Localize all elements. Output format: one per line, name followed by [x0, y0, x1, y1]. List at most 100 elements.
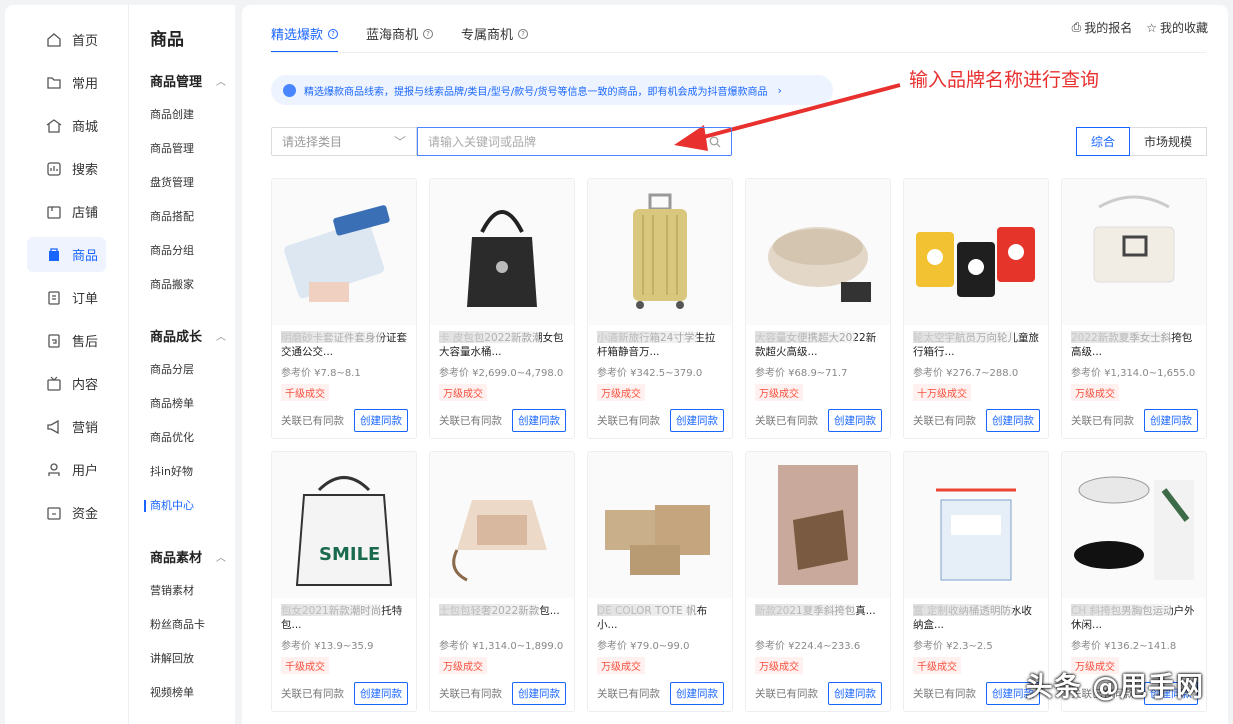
product-card[interactable]: 2022新款夏季女士斜挎包高级... 参考价 ¥1,314.0~1,655.0 万级… [1061, 178, 1207, 439]
product-title[interactable]: 2022新款夏季女士斜挎包高级... [1071, 331, 1197, 359]
product-image[interactable] [430, 452, 574, 598]
sub-item[interactable]: 商品搭配 [150, 210, 235, 244]
product-image[interactable] [904, 179, 1048, 325]
nav-item-search[interactable]: 搜索 [27, 151, 106, 186]
sub-item[interactable]: 商品分组 [150, 244, 235, 278]
nav-item-home[interactable]: 首页 [27, 22, 106, 57]
product-title[interactable]: 新款2021夏季斜挎包真... [755, 604, 881, 632]
help-icon[interactable]: ? [423, 28, 434, 39]
my-report-link[interactable]: ⎙ 我的报名 [1072, 19, 1133, 36]
product-image[interactable] [588, 179, 732, 325]
nav-item-user[interactable]: 用户 [27, 452, 106, 487]
create-same-button[interactable]: 创建同款 [828, 682, 882, 705]
create-same-button[interactable]: 创建同款 [354, 682, 408, 705]
product-title[interactable]: 富 定制收纳桶透明防水收纳盒... [913, 604, 1039, 632]
nav-item-store[interactable]: 店铺 [27, 194, 106, 229]
product-image[interactable] [272, 179, 416, 325]
product-title[interactable]: CH 斜挎包男胸包运动户外休闲... [1071, 604, 1197, 632]
tab-hot[interactable]: 精选爆款? [271, 24, 339, 53]
related-link[interactable]: 关联已有同款 [1071, 413, 1134, 428]
related-link[interactable]: 关联已有同款 [755, 686, 818, 701]
product-title[interactable]: 士包包轻奢2022新款包... [439, 604, 565, 632]
create-same-button[interactable]: 创建同款 [512, 682, 566, 705]
tab-exclusive[interactable]: 专属商机? [461, 24, 529, 53]
product-image[interactable] [1062, 452, 1206, 598]
product-card[interactable]: 明磨砂卡套证件套身份证套交通公交... 参考价 ¥7.8~8.1 千级成交关联已有同… [271, 178, 417, 439]
product-title[interactable]: 轮太空宇航员万向轮儿童旅行箱行... [913, 331, 1039, 359]
nav-item-funds[interactable]: 资金 [27, 495, 106, 530]
related-link[interactable]: 关联已有同款 [913, 413, 976, 428]
product-card[interactable]: 士包包轻奢2022新款包... 参考价 ¥1,314.0~1,899.0 万级成交关… [429, 451, 575, 712]
nav-item-aftersale[interactable]: 售后 [27, 323, 106, 358]
create-same-button[interactable]: 创建同款 [354, 409, 408, 432]
search-box[interactable] [417, 127, 732, 156]
create-same-button[interactable]: 创建同款 [1144, 409, 1198, 432]
sort-comprehensive-button[interactable]: 综合 [1075, 127, 1130, 156]
category-select[interactable]: 请选择类目 ﹀ [271, 127, 417, 156]
product-image[interactable] [430, 179, 574, 325]
sub-item[interactable]: 商品创建 [150, 108, 235, 142]
product-title[interactable]: 卡 皮包包2022新款潮女包大容量水桶... [439, 331, 565, 359]
help-icon[interactable]: ? [518, 28, 529, 39]
product-image[interactable] [588, 452, 732, 598]
product-image[interactable] [746, 179, 890, 325]
nav-item-content[interactable]: 内容 [27, 366, 106, 401]
nav-item-mall[interactable]: 商城 [27, 108, 106, 143]
nav-item-marketing[interactable]: 营销 [27, 409, 106, 444]
product-image[interactable] [1062, 179, 1206, 325]
sub-item[interactable]: 商品优化 [150, 431, 235, 465]
product-title[interactable]: 大容量女便携超大2022新款超火高级... [755, 331, 881, 359]
product-card[interactable]: DE COLOR TOTE 帆布小... 参考价 ¥79.0~99.0 万级成交关联… [587, 451, 733, 712]
product-title[interactable]: 明磨砂卡套证件套身份证套交通公交... [281, 331, 407, 359]
sub-group-manage[interactable]: 商品管理 ︿ [150, 71, 226, 90]
related-link[interactable]: 关联已有同款 [913, 686, 976, 701]
product-card[interactable]: 卡 皮包包2022新款潮女包大容量水桶... 参考价 ¥2,699.0~4,798… [429, 178, 575, 439]
product-card[interactable]: 小清新旅行箱24寸学生拉杆箱静音万... 参考价 ¥342.5~379.0 万级成交… [587, 178, 733, 439]
related-link[interactable]: 关联已有同款 [281, 686, 344, 701]
sub-item[interactable]: 盘货管理 [150, 176, 235, 210]
sub-item[interactable]: 营销素材 [150, 584, 235, 618]
create-same-button[interactable]: 创建同款 [512, 409, 566, 432]
search-input[interactable] [428, 134, 709, 149]
create-same-button[interactable]: 创建同款 [670, 409, 724, 432]
product-title[interactable]: 小清新旅行箱24寸学生拉杆箱静音万... [597, 331, 723, 359]
my-favorite-link[interactable]: ☆ 我的收藏 [1146, 19, 1208, 36]
sub-item[interactable]: 视频榜单 [150, 686, 235, 720]
product-image[interactable] [904, 452, 1048, 598]
nav-item-product[interactable]: 商品 [27, 237, 106, 272]
product-image[interactable] [746, 452, 890, 598]
related-link[interactable]: 关联已有同款 [755, 413, 818, 428]
nav-item-common[interactable]: 常用 [27, 65, 106, 100]
sub-group-growth[interactable]: 商品成长 ︿ [150, 326, 226, 345]
related-link[interactable]: 关联已有同款 [281, 413, 344, 428]
search-icon[interactable] [709, 136, 721, 148]
create-same-button[interactable]: 创建同款 [986, 409, 1040, 432]
tab-blue-ocean[interactable]: 蓝海商机? [366, 24, 434, 53]
create-same-button[interactable]: 创建同款 [670, 682, 724, 705]
sub-item-opportunity-center[interactable]: 商机中心 [144, 499, 235, 533]
product-card[interactable]: SMILE 包女2021新款潮时尚托特包... 参考价 ¥13.9~35.9 千级成交… [271, 451, 417, 712]
sub-item[interactable]: 讲解回放 [150, 652, 235, 686]
related-link[interactable]: 关联已有同款 [439, 686, 502, 701]
sub-item[interactable]: 商品搬家 [150, 278, 235, 312]
product-card[interactable]: 新款2021夏季斜挎包真... 参考价 ¥224.4~233.6 万级成交关联已有同… [745, 451, 891, 712]
product-title[interactable]: DE COLOR TOTE 帆布小... [597, 604, 723, 632]
notice-banner[interactable]: 精选爆款商品线索，提报与线索品牌/类目/型号/款号/货号等信息一致的商品，即有机… [271, 75, 833, 105]
sub-item[interactable]: 商品分层 [150, 363, 235, 397]
sub-item[interactable]: 抖in好物 [150, 465, 235, 499]
product-image[interactable]: SMILE [272, 452, 416, 598]
sub-item[interactable]: 商品管理 [150, 142, 235, 176]
sort-market-size-button[interactable]: 市场规模 [1129, 127, 1207, 156]
product-card[interactable]: 轮太空宇航员万向轮儿童旅行箱行... 参考价 ¥276.7~288.0 十万级成交关… [903, 178, 1049, 439]
sub-item[interactable]: 商品榜单 [150, 397, 235, 431]
related-link[interactable]: 关联已有同款 [597, 686, 660, 701]
product-card[interactable]: 大容量女便携超大2022新款超火高级... 参考价 ¥68.9~71.7 万级成交关… [745, 178, 891, 439]
help-icon[interactable]: ? [328, 28, 339, 39]
nav-item-order[interactable]: 订单 [27, 280, 106, 315]
sub-group-material[interactable]: 商品素材 ︿ [150, 547, 226, 566]
related-link[interactable]: 关联已有同款 [597, 413, 660, 428]
product-title[interactable]: 包女2021新款潮时尚托特包... [281, 604, 407, 632]
sub-item[interactable]: 粉丝商品卡 [150, 618, 235, 652]
related-link[interactable]: 关联已有同款 [439, 413, 502, 428]
create-same-button[interactable]: 创建同款 [828, 409, 882, 432]
